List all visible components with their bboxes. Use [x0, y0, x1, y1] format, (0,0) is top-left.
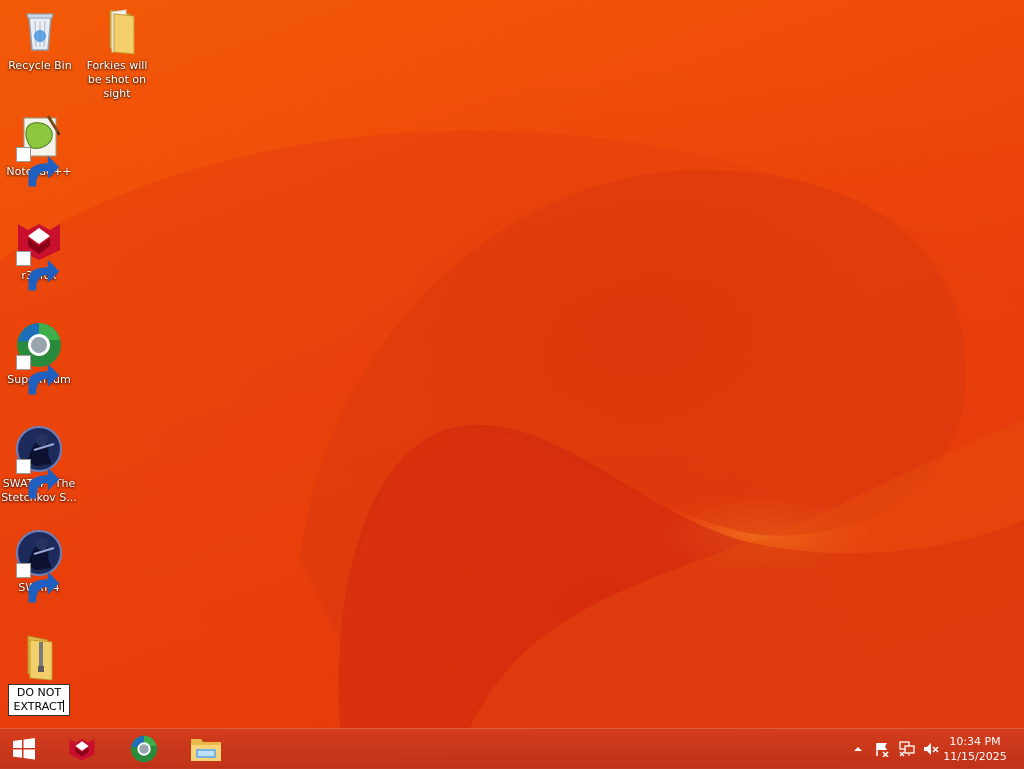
supermium-icon [130, 735, 158, 763]
file-explorer-icon [191, 739, 221, 761]
taskbar-r3dfox[interactable] [58, 732, 106, 766]
desktop-icon-zip-folder[interactable]: DO NOT EXTRACT [0, 632, 78, 716]
desktop[interactable]: Recycle Bin Forkies will be shot on sigh… [0, 0, 1024, 768]
wallpaper-swirl [0, 130, 1024, 768]
shortcut-arrow-icon [16, 355, 60, 395]
taskbar-file-explorer[interactable] [182, 732, 230, 766]
desktop-icon-label: Forkies will be shot on sight [86, 59, 148, 100]
network-icon[interactable] [899, 741, 915, 757]
folder-icon [92, 6, 142, 56]
r3dfox-icon [14, 216, 64, 291]
volume-muted-icon[interactable] [923, 741, 939, 757]
desktop-icon-label: Recycle Bin [8, 59, 72, 72]
windows-logo-icon [13, 738, 35, 760]
start-button[interactable] [0, 732, 48, 766]
desktop-icon-supermium[interactable]: Supermium [0, 320, 78, 395]
taskbar-supermium[interactable] [120, 732, 168, 766]
clock-time: 10:34 PM [949, 735, 1001, 748]
shortcut-arrow-icon [16, 147, 60, 187]
desktop-icon-r3dfox[interactable]: r3dfox [0, 216, 78, 291]
notepadpp-icon [14, 112, 64, 187]
recycle-bin-icon [15, 6, 65, 56]
action-center-flag-icon[interactable] [874, 741, 890, 757]
desktop-icon-swat4[interactable]: SWAT 4 [0, 528, 78, 603]
desktop-icon-recycle-bin[interactable]: Recycle Bin [1, 6, 79, 73]
supermium-icon [14, 320, 64, 395]
show-hidden-icons-chevron[interactable] [850, 741, 866, 757]
shortcut-arrow-icon [16, 563, 60, 603]
swat4-icon [14, 424, 64, 499]
clock-date: 11/15/2025 [943, 750, 1007, 763]
desktop-icon-folder-forkies[interactable]: Forkies will be shot on sight [78, 6, 156, 101]
rename-input[interactable]: DO NOT EXTRACT [8, 684, 70, 716]
taskbar-clock[interactable]: 10:34 PM 11/15/2025 [940, 734, 1010, 764]
shortcut-arrow-icon [16, 251, 60, 291]
desktop-icon-notepadpp[interactable]: Notepad++ [0, 112, 78, 187]
zip-folder-icon [14, 632, 64, 682]
text-caret [63, 700, 65, 712]
swat4-icon [14, 528, 64, 603]
taskbar: 10:34 PM 11/15/2025 [0, 728, 1024, 769]
shortcut-arrow-icon [16, 459, 60, 499]
desktop-icon-swat4-stetchkov[interactable]: SWAT 4 - The Stetchkov S... [0, 424, 78, 505]
r3dfox-icon [69, 738, 95, 761]
